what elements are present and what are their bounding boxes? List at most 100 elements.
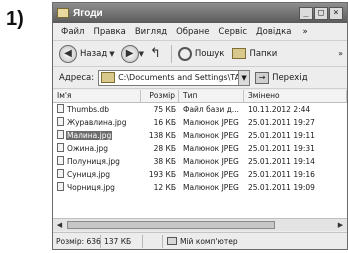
step-number: 1): [6, 8, 24, 30]
file-name-cell[interactable]: Ожина.jpg: [53, 142, 141, 155]
search-button-label[interactable]: Пошук: [195, 49, 225, 59]
file-size: 12 КБ: [153, 183, 176, 192]
folder-up-icon[interactable]: ↰: [150, 46, 161, 61]
file-row[interactable]: Thumbs.db 75 КБ Файл бази д... 10.11.2012 2…: [53, 103, 347, 116]
file-row[interactable]: Ожина.jpg 28 КБ Малюнок JPEG 25.01.2011 19:…: [53, 142, 347, 155]
scroll-left-icon[interactable]: ◀: [54, 220, 65, 230]
file-row[interactable]: Журавлина.jpg 16 КБ Малюнок JPEG 25.01.2011…: [53, 116, 347, 129]
file-icon: [57, 117, 64, 126]
file-date: 10.11.2012 2:44: [248, 105, 311, 114]
folders-button-label[interactable]: Папки: [249, 49, 277, 59]
address-dropdown-icon[interactable]: ▼: [238, 70, 250, 85]
menu-file[interactable]: Файл: [61, 27, 84, 37]
menu-edit[interactable]: Правка: [93, 27, 125, 37]
minimize-button[interactable]: _: [299, 6, 313, 20]
address-label: Адреса:: [59, 72, 95, 83]
toolbar: ◀ Назад ▼ ▶ ▼ ↰ Пошук Папки »: [53, 41, 347, 67]
file-date: 25.01.2011 19:27: [248, 118, 315, 127]
address-path[interactable]: C:\Documents and Settings\TANYA\: [118, 73, 238, 82]
go-button-label[interactable]: Перехід: [272, 73, 308, 83]
file-size: 75 КБ: [153, 105, 176, 114]
file-row[interactable]: Малина.jpg 138 КБ Малюнок JPEG 25.01.2011 1…: [53, 129, 347, 142]
address-field[interactable]: C:\Documents and Settings\TANYA\ ▼: [98, 69, 251, 86]
back-button-label[interactable]: Назад: [80, 49, 107, 59]
horizontal-scrollbar[interactable]: ◀ ▶: [53, 218, 347, 231]
back-arrow-icon[interactable]: ◀: [59, 44, 77, 63]
file-row[interactable]: Чорниця.jpg 12 КБ Малюнок JPEG 25.01.2011 1…: [53, 181, 347, 194]
window-controls: _ □ ×: [299, 6, 343, 20]
forward-dropdown-icon[interactable]: ▼: [139, 50, 144, 58]
file-size: 138 КБ: [148, 131, 176, 140]
back-dropdown-icon[interactable]: ▼: [109, 50, 114, 58]
file-list: Ім'я Розмір Тип Змінено Thumbs.db 75 КБ Фа…: [53, 90, 347, 218]
file-name-cell[interactable]: Суниця.jpg: [53, 168, 141, 181]
menu-tools[interactable]: Сервіс: [218, 27, 247, 37]
status-count: Розмір: 636: [53, 234, 101, 248]
address-bar: Адреса: C:\Documents and Settings\TANYA\…: [53, 67, 347, 89]
file-date: 25.01.2011 19:11: [248, 131, 315, 140]
computer-icon: [167, 237, 177, 245]
search-icon[interactable]: [177, 46, 192, 61]
toolbar-overflow[interactable]: »: [338, 49, 343, 58]
file-name[interactable]: Чорниця.jpg: [66, 183, 116, 192]
file-size: 16 КБ: [153, 118, 176, 127]
file-type: Файл бази д...: [183, 105, 239, 114]
explorer-window: Ягоди _ □ × Файл Правка Вигляд Обране Се…: [52, 2, 348, 250]
menu-help[interactable]: Довідка: [256, 27, 291, 37]
scrollbar-thumb[interactable]: [67, 221, 275, 229]
column-date-header[interactable]: Змінено: [244, 90, 347, 102]
file-icon: [57, 143, 64, 152]
file-date: 25.01.2011 19:31: [248, 144, 315, 153]
file-type: Малюнок JPEG: [183, 170, 239, 179]
file-name[interactable]: Полуниця.jpg: [66, 157, 121, 166]
file-name[interactable]: Суниця.jpg: [66, 170, 111, 179]
file-icon: [57, 169, 64, 178]
file-type: Малюнок JPEG: [183, 144, 239, 153]
file-name-cell[interactable]: Полуниця.jpg: [53, 155, 141, 168]
folders-icon[interactable]: [232, 48, 247, 59]
status-location-label: Мій комп'ютер: [180, 236, 238, 246]
file-row[interactable]: Суниця.jpg 193 КБ Малюнок JPEG 25.01.2011 1…: [53, 168, 347, 181]
status-bar: Розмір: 636 137 КБ Мій комп'ютер: [53, 232, 347, 249]
forward-arrow-icon[interactable]: ▶: [120, 44, 139, 63]
file-type: Малюнок JPEG: [183, 118, 239, 127]
file-name-cell[interactable]: Чорниця.jpg: [53, 181, 141, 194]
status-location: Мій комп'ютер: [163, 235, 238, 248]
file-icon: [57, 182, 64, 191]
file-icon: [57, 104, 64, 113]
menu-favorites[interactable]: Обране: [176, 27, 209, 37]
path-folder-icon: [101, 72, 116, 83]
file-date: 25.01.2011 19:09: [248, 183, 315, 192]
file-type: Малюнок JPEG: [183, 157, 239, 166]
maximize-button[interactable]: □: [314, 6, 328, 20]
menu-bar: Файл Правка Вигляд Обране Сервіс Довідка…: [53, 23, 347, 41]
close-button[interactable]: ×: [329, 6, 343, 20]
go-button[interactable]: → Перехід: [255, 71, 308, 84]
file-icon: [57, 156, 64, 165]
file-type: Малюнок JPEG: [183, 183, 239, 192]
file-name[interactable]: Thumbs.db: [66, 105, 110, 114]
file-name-cell[interactable]: Малина.jpg: [53, 129, 141, 142]
menu-view[interactable]: Вигляд: [135, 27, 167, 37]
column-type-header[interactable]: Тип: [179, 90, 244, 102]
file-type: Малюнок JPEG: [183, 131, 239, 140]
list-header: Ім'я Розмір Тип Змінено: [53, 90, 347, 103]
file-name-cell[interactable]: Thumbs.db: [53, 103, 141, 116]
scroll-right-icon[interactable]: ▶: [335, 220, 346, 230]
file-name[interactable]: Журавлина.jpg: [66, 118, 127, 127]
window-title: Ягоди: [73, 7, 103, 19]
file-date: 25.01.2011 19:14: [248, 157, 315, 166]
file-name[interactable]: Малина.jpg: [66, 131, 113, 140]
column-name-header[interactable]: Ім'я: [53, 90, 141, 102]
status-spacer: [143, 234, 163, 248]
column-size-header[interactable]: Розмір: [141, 90, 179, 102]
toolbar-separator: [170, 44, 172, 63]
file-name[interactable]: Ожина.jpg: [66, 144, 109, 153]
file-name-cell[interactable]: Журавлина.jpg: [53, 116, 141, 129]
go-arrow-icon: →: [255, 71, 270, 84]
title-bar: Ягоди _ □ ×: [53, 3, 347, 23]
file-size: 28 КБ: [153, 144, 176, 153]
file-row[interactable]: Полуниця.jpg 38 КБ Малюнок JPEG 25.01.2011 …: [53, 155, 347, 168]
menu-overflow[interactable]: »: [302, 27, 307, 37]
file-size: 38 КБ: [153, 157, 176, 166]
